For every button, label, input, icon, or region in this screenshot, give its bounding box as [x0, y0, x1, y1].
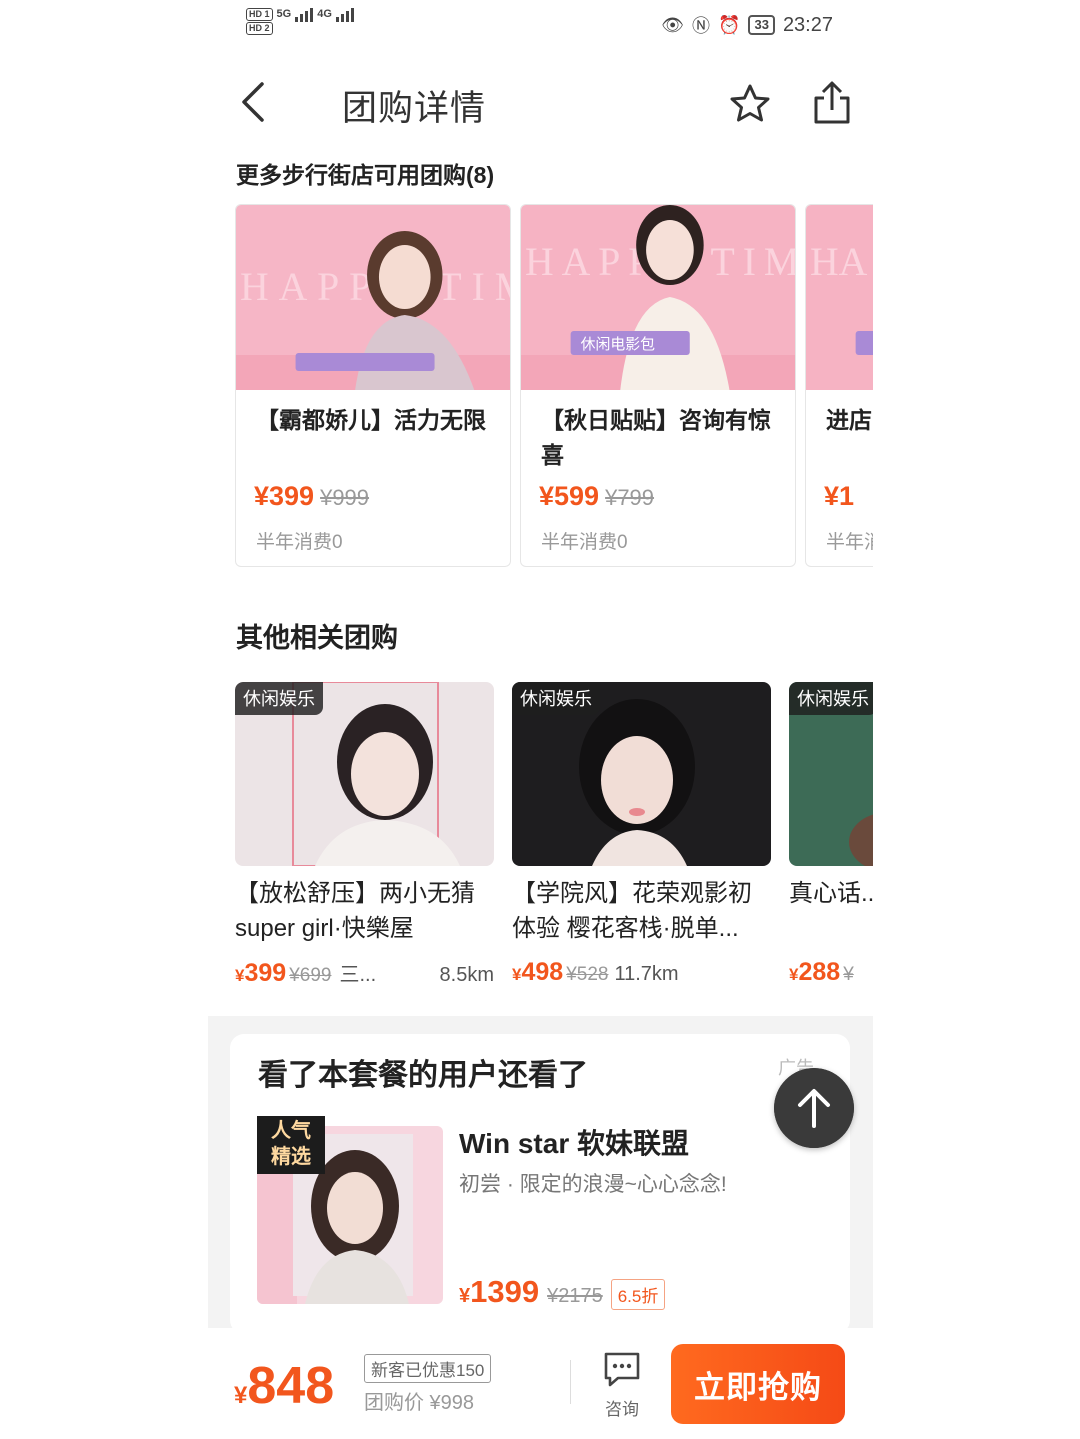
- related-name: 【放松舒压】两小无猜 super girl·快樂屋: [235, 880, 475, 942]
- related-card[interactable]: 休闲娱乐 【放松舒压】两小无猜 super girl·快樂屋 ¥399 ¥699…: [235, 682, 494, 992]
- related-distance: 8.5km: [439, 964, 494, 986]
- more-deals-list: HAPPY TIME 【霸都娇儿】活力无限 ¥399 ¥999 半年消费0 HA…: [235, 204, 873, 568]
- app-screen: HD 1 5G 4G HD 2 👁 Ⓝ ⏰ 33 23:27 团购详情 更多步行街店…: [208, 0, 873, 1439]
- net1-label: 5G: [276, 8, 292, 20]
- deal-price: ¥1: [824, 481, 855, 511]
- final-price: ¥848: [234, 1356, 334, 1416]
- also-viewed-price-row: ¥1399 ¥2175 6.5折: [459, 1274, 666, 1310]
- signal-icon: [295, 6, 314, 22]
- battery-icon: 33: [748, 15, 775, 35]
- also-viewed-price: ¥1399: [459, 1274, 539, 1310]
- nav-bar: 团购详情: [208, 60, 873, 146]
- category-tag: 休闲娱乐: [789, 682, 873, 715]
- deal-note: 半年消费0: [826, 532, 873, 553]
- also-viewed-original: ¥2175: [547, 1285, 603, 1307]
- price-symbol: ¥: [459, 1285, 471, 1307]
- status-right: 👁 Ⓝ ⏰ 33 23:27: [661, 12, 833, 38]
- related-card[interactable]: 休闲娱乐 真心话...我咨询... ¥288 ¥: [789, 682, 873, 992]
- divider: [570, 1360, 571, 1404]
- clock: 23:27: [782, 13, 833, 36]
- star-icon[interactable]: [728, 82, 772, 126]
- scroll-to-top-icon[interactable]: [774, 1068, 854, 1148]
- deal-image: HAPPY TIME 休闲电影包: [521, 205, 795, 390]
- deal-price: ¥599: [539, 481, 600, 511]
- deal-original-price: ¥799: [605, 485, 655, 510]
- category-tag: 休闲娱乐: [512, 682, 600, 715]
- deal-original-price: ¥999: [320, 485, 370, 510]
- back-arrow-icon[interactable]: [234, 80, 274, 124]
- discount-badge: 6.5折: [610, 1279, 666, 1310]
- related-price-row: ¥288 ¥: [789, 958, 873, 987]
- deal-card[interactable]: HAPPY TIME 【霸都娇儿】活力无限 ¥399 ¥999 半年消费0: [235, 204, 511, 567]
- deal-price-row: ¥1: [824, 481, 854, 512]
- deal-card[interactable]: HAPPY TIME 休闲电影包 【秋日贴贴】咨询有惊喜 ¥599 ¥799 半…: [520, 204, 796, 567]
- related-image: 休闲娱乐: [789, 682, 873, 866]
- related-original-price: ¥: [843, 964, 854, 985]
- also-viewed-name[interactable]: Win star 软妹联盟: [459, 1122, 689, 1162]
- deal-note: 半年消费0: [541, 532, 628, 553]
- deal-overlay-text: HA: [810, 239, 868, 284]
- price-value: 498: [521, 958, 564, 986]
- share-icon[interactable]: [810, 80, 854, 126]
- deal-price-row: ¥399 ¥999: [254, 481, 369, 512]
- also-viewed-panel: 看了本套餐的用户还看了 广告 人气 精选 Win star 软妹联盟 初尝 · 限…: [230, 1034, 850, 1334]
- group-price: 团购价 ¥998: [364, 1392, 475, 1414]
- popular-badge: 人气 精选: [257, 1116, 325, 1174]
- network-indicators: HD 1 5G 4G HD 2: [246, 6, 354, 35]
- also-viewed-subtitle: 初尝 · 限定的浪漫~心心念念!: [459, 1173, 727, 1196]
- price-value: 1399: [470, 1274, 540, 1309]
- price-value: 399: [244, 959, 287, 987]
- related-original-price: ¥699: [289, 965, 332, 986]
- hd-badge: HD 1: [246, 7, 273, 21]
- related-deals-list: 休闲娱乐 【放松舒压】两小无猜 super girl·快樂屋 ¥399 ¥699…: [235, 682, 873, 1002]
- more-deals-title: 更多步行街店可用团购(8): [236, 162, 495, 188]
- nfc-icon: Ⓝ: [692, 16, 711, 36]
- badge-line: 人气: [271, 1120, 311, 1142]
- related-distance: 11.7km: [614, 963, 679, 985]
- eye-icon: 👁: [661, 14, 685, 35]
- net2-label: 4G: [317, 8, 332, 20]
- related-price-row: ¥399 ¥699 三... 8.5km: [235, 958, 494, 988]
- related-deals-title: 其他相关团购: [236, 623, 398, 653]
- deal-price: ¥399: [254, 481, 315, 511]
- related-area: 三...: [339, 964, 377, 986]
- related-name: 【学院风】花荣观影初体验 樱花客栈·脱单...: [512, 880, 752, 942]
- related-name: 真心话...我咨询...: [789, 880, 873, 907]
- price-value: 288: [798, 958, 841, 986]
- new-customer-badge: 新客已优惠150: [364, 1354, 492, 1383]
- deal-image: HAPPY TIME: [236, 205, 510, 390]
- category-tag: 休闲娱乐: [235, 682, 323, 715]
- price-value: 848: [247, 1357, 335, 1415]
- deal-price-row: ¥599 ¥799: [539, 481, 654, 512]
- related-price: ¥399: [235, 959, 286, 988]
- deal-note: 半年消费0: [256, 532, 343, 553]
- consult-button[interactable]: 咨询: [600, 1350, 644, 1420]
- deal-name: 进店...: [826, 407, 873, 433]
- deal-image: HA: [806, 205, 873, 390]
- buy-now-button[interactable]: 立即抢购: [671, 1344, 845, 1424]
- hd-badge: HD 2: [246, 22, 273, 35]
- related-image: 休闲娱乐: [512, 682, 771, 866]
- related-original-price: ¥528: [566, 964, 609, 985]
- related-card[interactable]: 休闲娱乐 【学院风】花荣观影初体验 樱花客栈·脱单... ¥498 ¥528 1…: [512, 682, 771, 992]
- consult-label: 咨询: [605, 1400, 639, 1419]
- alarm-icon: ⏰: [718, 14, 741, 35]
- deal-overlay-text: 休闲电影包: [581, 335, 655, 353]
- related-price-row: ¥498 ¥528 11.7km: [512, 958, 771, 987]
- page-title: 团购详情: [342, 89, 487, 128]
- badge-line: 精选: [271, 1146, 311, 1168]
- deal-name: 【霸都娇儿】活力无限: [256, 407, 486, 433]
- bottom-bar: ¥848 新客已优惠150 团购价 ¥998 咨询 立即抢购: [208, 1328, 873, 1439]
- related-price: ¥498: [512, 958, 563, 987]
- status-bar: HD 1 5G 4G HD 2 👁 Ⓝ ⏰ 33 23:27: [208, 0, 873, 52]
- related-price: ¥288: [789, 958, 840, 987]
- signal-icon: [335, 6, 354, 22]
- price-symbol: ¥: [234, 1382, 248, 1409]
- deal-name: 【秋日贴贴】咨询有惊喜: [541, 407, 771, 468]
- also-viewed-title: 看了本套餐的用户还看了: [258, 1059, 588, 1092]
- related-image: 休闲娱乐: [235, 682, 494, 866]
- chat-icon: [604, 1352, 640, 1387]
- deal-card[interactable]: HA 进店... ¥1 半年消费0: [805, 204, 873, 567]
